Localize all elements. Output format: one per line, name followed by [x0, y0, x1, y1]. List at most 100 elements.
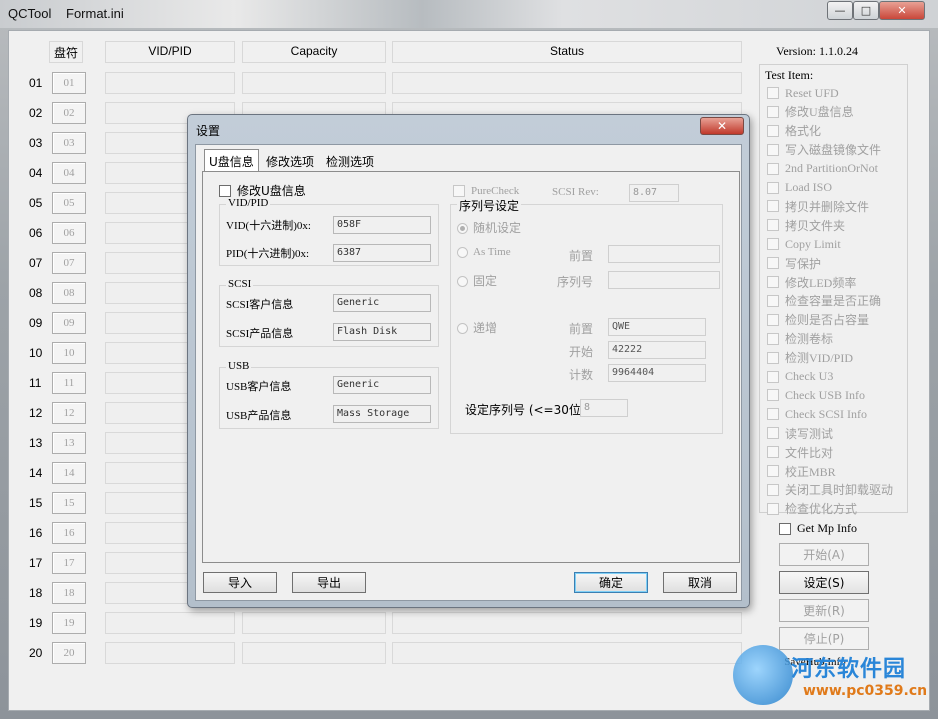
test-item-checkbox[interactable]: 拷贝文件夹 [767, 217, 845, 233]
slot-button[interactable]: 20 [52, 642, 86, 664]
scsi-product-field[interactable]: Flash Disk [333, 323, 431, 341]
vid-label: VID(十六进制)0x: [226, 220, 311, 232]
get-mp-info-checkbox[interactable]: Get Mp Info [779, 521, 857, 536]
export-button[interactable]: 导出 [292, 572, 366, 593]
slot-button[interactable]: 04 [52, 162, 86, 184]
test-item-checkbox[interactable]: 2nd PartitionOrNot [767, 161, 878, 177]
test-item-checkbox[interactable]: 拷贝并删除文件 [767, 198, 869, 214]
test-item-label: Copy Limit [785, 236, 841, 251]
header-vidpid: VID/PID [105, 41, 235, 63]
row-number: 03 [29, 136, 43, 150]
test-item-box [767, 351, 779, 364]
close-button[interactable]: ✕ [879, 1, 925, 20]
test-item-label: 修改LED频率 [785, 275, 857, 290]
slot-button[interactable]: 17 [52, 552, 86, 574]
usb-group-title: USB [226, 360, 252, 372]
test-item-checkbox[interactable]: 检则是否占容量 [767, 312, 869, 328]
test-item-checkbox[interactable]: Reset UFD [767, 85, 839, 101]
prefix-field[interactable] [608, 245, 720, 263]
slot-button[interactable]: 03 [52, 132, 86, 154]
scsi-vendor-field[interactable]: Generic [333, 294, 431, 312]
tab-udisk-info[interactable]: U盘信息 [204, 149, 259, 172]
test-item-checkbox[interactable]: 文件比对 [767, 444, 833, 460]
minimize-button[interactable]: — [827, 1, 853, 20]
start-button[interactable]: 开始(A) [779, 543, 869, 566]
slot-button[interactable]: 05 [52, 192, 86, 214]
row-number: 02 [29, 106, 43, 120]
test-item-checkbox[interactable]: 检测卷标 [767, 331, 833, 347]
slot-button[interactable]: 08 [52, 282, 86, 304]
update-button[interactable]: 更新(R) [779, 599, 869, 622]
test-item-checkbox[interactable]: 写保护 [767, 255, 821, 271]
test-item-checkbox[interactable]: Copy Limit [767, 236, 841, 252]
slot-button[interactable]: 06 [52, 222, 86, 244]
pid-field[interactable]: 6387 [333, 244, 431, 262]
test-item-label: 写入磁盘镜像文件 [785, 143, 882, 158]
as-time-radio[interactable]: As Time [457, 246, 511, 258]
dialog-close-button[interactable]: ✕ [700, 117, 744, 135]
purecheck-label: PureCheck [471, 185, 520, 197]
tab-detect-options[interactable]: 检测选项 [322, 151, 378, 171]
scsi-rev-field[interactable]: 8.07 [629, 184, 679, 202]
purecheck-checkbox[interactable]: PureCheck [453, 185, 519, 197]
slot-button[interactable]: 07 [52, 252, 86, 274]
fixed-radio[interactable]: 固定 [457, 272, 497, 289]
config-file-name: Format.ini [66, 6, 124, 21]
serial-number-field[interactable] [608, 271, 720, 289]
slot-button[interactable]: 11 [52, 372, 86, 394]
increment-radio[interactable]: 递增 [457, 319, 497, 336]
row-number: 12 [29, 406, 43, 420]
maximize-button[interactable]: □ [853, 1, 879, 20]
usb-vendor-field[interactable]: Generic [333, 376, 431, 394]
test-item-checkbox[interactable]: Check SCSI Info [767, 406, 867, 422]
slot-button[interactable]: 18 [52, 582, 86, 604]
scsi-vendor-label: SCSI客户信息 [226, 299, 294, 311]
test-item-checkbox[interactable]: 修改LED频率 [767, 274, 856, 290]
test-item-checkbox[interactable]: 校正MBR [767, 463, 836, 479]
slot-button[interactable]: 14 [52, 462, 86, 484]
slot-button[interactable]: 02 [52, 102, 86, 124]
test-item-checkbox[interactable]: 写入磁盘镜像文件 [767, 142, 881, 158]
test-item-checkbox[interactable]: 检查容量是否正确 [767, 293, 881, 309]
cancel-button[interactable]: 取消 [663, 572, 737, 593]
serial-length-field[interactable]: 8 [580, 399, 628, 417]
test-item-checkbox[interactable]: 检查优化方式 [767, 501, 857, 517]
count-field[interactable]: 9964404 [608, 364, 706, 382]
dialog-title: 设置 [196, 124, 221, 138]
vidpid-group-title: VID/PID [226, 197, 271, 209]
ok-button[interactable]: 确定 [574, 572, 648, 593]
test-item-box [767, 257, 779, 270]
start-field[interactable]: 42222 [608, 341, 706, 359]
slot-button[interactable]: 19 [52, 612, 86, 634]
vid-field[interactable]: 058F [333, 216, 431, 234]
fixed-radio-dot [457, 276, 468, 287]
test-item-checkbox[interactable]: Check U3 [767, 369, 833, 385]
slot-button[interactable]: 10 [52, 342, 86, 364]
slot-button[interactable]: 12 [52, 402, 86, 424]
row-number: 06 [29, 226, 43, 240]
slot-button[interactable]: 13 [52, 432, 86, 454]
import-button[interactable]: 导入 [203, 572, 277, 593]
test-item-checkbox[interactable]: Load ISO [767, 180, 832, 196]
test-item-checkbox[interactable]: 格式化 [767, 123, 821, 139]
usb-product-field[interactable]: Mass Storage [333, 405, 431, 423]
slot-button[interactable]: 15 [52, 492, 86, 514]
settings-button[interactable]: 设定(S) [779, 571, 869, 594]
slot-button[interactable]: 16 [52, 522, 86, 544]
increment-prefix-label: 前置 [569, 322, 594, 336]
test-item-checkbox[interactable]: 关闭工具时卸载驱动 [767, 482, 893, 498]
test-item-checkbox[interactable]: 检测VID/PID [767, 350, 853, 366]
slot-button[interactable]: 01 [52, 72, 86, 94]
tab-modify-options[interactable]: 修改选项 [262, 151, 318, 171]
slot-button[interactable]: 09 [52, 312, 86, 334]
get-mp-info-label: Get Mp Info [797, 521, 857, 535]
prefix-label: 前置 [569, 249, 594, 263]
serial-group-title: 序列号设定 [457, 197, 522, 214]
test-item-checkbox[interactable]: 读写测试 [767, 425, 833, 441]
test-item-checkbox[interactable]: 修改U盘信息 [767, 104, 854, 120]
random-radio[interactable]: 随机设定 [457, 219, 521, 236]
test-item-checkbox[interactable]: Check USB Info [767, 387, 865, 403]
test-item-label: Check U3 [785, 369, 834, 383]
increment-prefix-field[interactable]: QWE [608, 318, 706, 336]
scsi-rev-label: SCSI Rev: [552, 186, 599, 198]
